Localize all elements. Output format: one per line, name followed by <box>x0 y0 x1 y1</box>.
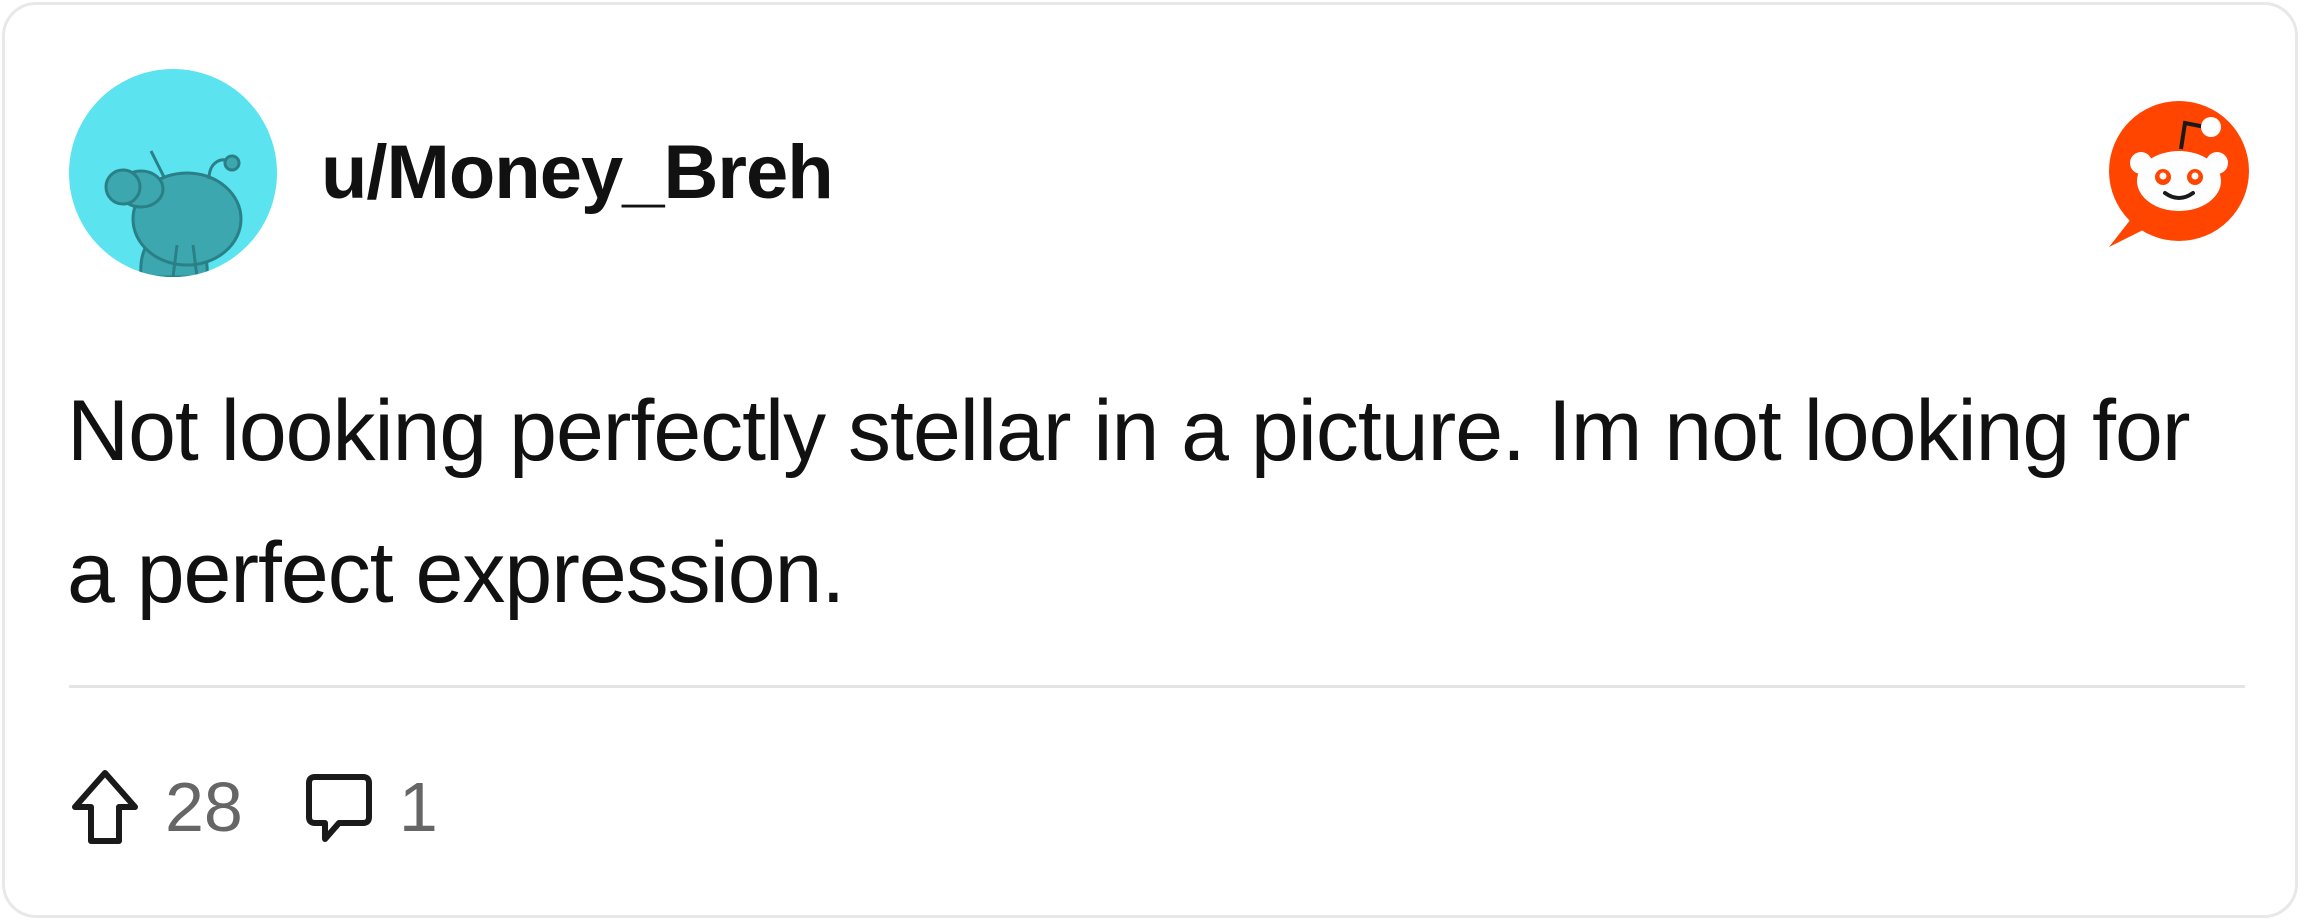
post-card: u/Money_Breh Not looking perfectly stell… <box>2 2 2298 918</box>
reddit-logo-icon <box>2101 101 2251 247</box>
upvote-count: 28 <box>165 768 243 846</box>
divider <box>69 685 2245 688</box>
upvote-button[interactable]: 28 <box>69 767 243 847</box>
snoo-avatar-icon[interactable] <box>69 69 277 277</box>
post-body: Not looking perfectly stellar in a pictu… <box>67 383 2190 621</box>
upvote-arrow-icon <box>72 770 138 844</box>
comment-bubble-icon <box>305 774 372 842</box>
post-author[interactable]: u/Money_Breh <box>321 129 834 217</box>
comment-count: 1 <box>398 768 438 846</box>
post-actions: 28 1 <box>69 757 438 857</box>
comments-button[interactable]: 1 <box>303 767 438 847</box>
